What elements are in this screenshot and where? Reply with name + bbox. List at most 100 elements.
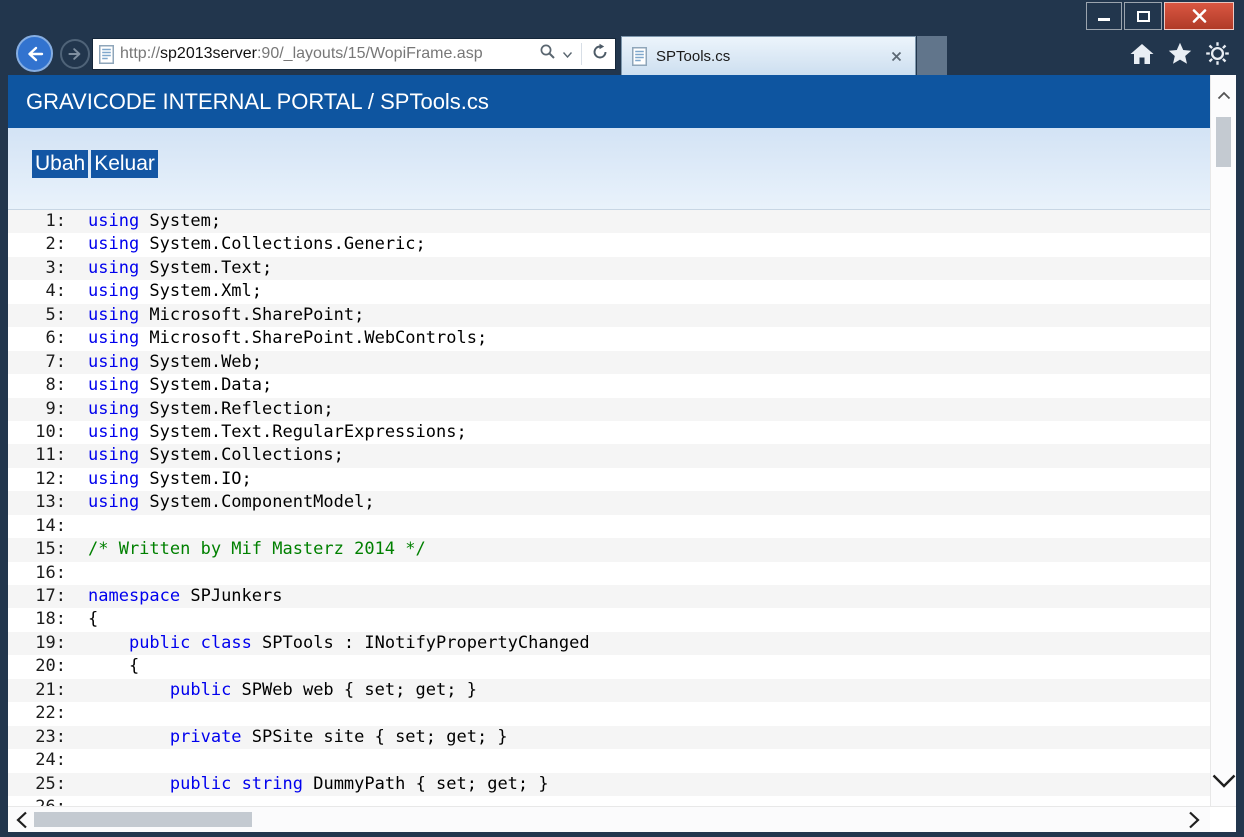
window-close-button[interactable] — [1164, 2, 1234, 30]
tab-sptools[interactable]: SPTools.cs — [621, 36, 916, 75]
line-number: 14: — [8, 515, 66, 538]
line-number: 15: — [8, 538, 66, 561]
line-code: /* Written by Mif Masterz 2014 */ — [66, 538, 426, 561]
code-line: 11:using System.Collections; — [8, 444, 1210, 467]
line-code: { — [66, 608, 98, 631]
search-icon[interactable] — [539, 43, 556, 65]
code-line: 9:using System.Reflection; — [8, 398, 1210, 421]
line-code: using System.Web; — [66, 351, 262, 374]
code-line: 25: public string DummyPath { set; get; … — [8, 773, 1210, 796]
browser-tools — [1129, 41, 1230, 66]
window-titlebar — [0, 0, 1244, 32]
code-line: 8:using System.Data; — [8, 374, 1210, 397]
tab-close-icon[interactable] — [888, 48, 905, 65]
line-number: 20: — [8, 655, 66, 678]
code-line: 10:using System.Text.RegularExpressions; — [8, 421, 1210, 444]
line-number: 16: — [8, 562, 66, 585]
back-button[interactable] — [16, 35, 53, 72]
line-code: using System.Collections.Generic; — [66, 233, 426, 256]
line-code: using Microsoft.SharePoint; — [66, 304, 364, 327]
vertical-scrollbar-thumb[interactable] — [1216, 117, 1231, 167]
code-line: 2:using System.Collections.Generic; — [8, 233, 1210, 256]
favorites-star-icon[interactable] — [1168, 42, 1192, 65]
line-code — [66, 749, 88, 772]
page-title: GRAVICODE INTERNAL PORTAL / SPTools.cs — [26, 89, 489, 114]
line-number: 23: — [8, 726, 66, 749]
line-number: 21: — [8, 679, 66, 702]
settings-gear-icon[interactable] — [1205, 41, 1230, 66]
link-keluar[interactable]: Keluar — [91, 150, 158, 178]
code-line: 4:using System.Xml; — [8, 280, 1210, 303]
horizontal-scrollbar[interactable] — [8, 806, 1236, 832]
window-minimize-button[interactable] — [1086, 2, 1122, 30]
line-code: using Microsoft.SharePoint.WebControls; — [66, 327, 487, 350]
address-dropdown-chevron-icon[interactable] — [563, 45, 572, 63]
scroll-right-icon[interactable] — [1188, 811, 1200, 829]
line-number: 25: — [8, 773, 66, 796]
code-line: 3:using System.Text; — [8, 257, 1210, 280]
line-code: private SPSite site { set; get; } — [66, 726, 508, 749]
line-number: 3: — [8, 257, 66, 280]
line-number: 11: — [8, 444, 66, 467]
forward-button[interactable] — [60, 39, 90, 69]
line-code: using System.Text; — [66, 257, 272, 280]
close-icon — [1192, 9, 1207, 23]
line-number: 24: — [8, 749, 66, 772]
tab-favicon-icon — [632, 47, 647, 66]
code-line: 26: — [8, 796, 1210, 806]
line-code: using System.Collections; — [66, 444, 344, 467]
scroll-down-icon[interactable] — [1212, 774, 1236, 788]
code-line: 18:{ — [8, 608, 1210, 631]
line-number: 8: — [8, 374, 66, 397]
code-line: 22: — [8, 702, 1210, 725]
url-scheme: http:// — [120, 45, 160, 62]
link-band: UbahKeluar — [8, 128, 1210, 210]
page-icon — [99, 45, 114, 64]
scroll-up-icon[interactable] — [1217, 91, 1231, 100]
line-number: 5: — [8, 304, 66, 327]
minimize-icon — [1098, 18, 1110, 21]
line-code: using System.Text.RegularExpressions; — [66, 421, 467, 444]
line-number: 10: — [8, 421, 66, 444]
page-main: GRAVICODE INTERNAL PORTAL / SPTools.cs U… — [8, 75, 1210, 806]
maximize-icon — [1137, 11, 1150, 22]
line-number: 9: — [8, 398, 66, 421]
url-host: sp2013server — [160, 45, 257, 62]
line-number: 19: — [8, 632, 66, 655]
line-number: 22: — [8, 702, 66, 725]
scroll-left-icon[interactable] — [16, 811, 28, 829]
address-bar[interactable]: http://sp2013server:90/_layouts/15/WopiF… — [92, 38, 616, 70]
line-code — [66, 702, 88, 725]
line-number: 17: — [8, 585, 66, 608]
code-line: 13:using System.ComponentModel; — [8, 491, 1210, 514]
line-number: 6: — [8, 327, 66, 350]
link-ubah[interactable]: Ubah — [32, 150, 88, 178]
line-code: public string DummyPath { set; get; } — [66, 773, 549, 796]
window-maximize-button[interactable] — [1124, 2, 1162, 30]
address-divider — [581, 43, 582, 65]
back-arrow-icon — [25, 44, 45, 64]
line-code: using System; — [66, 210, 221, 233]
code-line: 6:using Microsoft.SharePoint.WebControls… — [8, 327, 1210, 350]
new-tab-area[interactable] — [917, 36, 947, 75]
line-number: 4: — [8, 280, 66, 303]
code-line: 23: private SPSite site { set; get; } — [8, 726, 1210, 749]
line-code: using System.IO; — [66, 468, 252, 491]
url-text[interactable]: http://sp2013server:90/_layouts/15/WopiF… — [120, 45, 533, 63]
line-code: using System.ComponentModel; — [66, 491, 375, 514]
line-number: 2: — [8, 233, 66, 256]
code-line: 1:using System; — [8, 210, 1210, 233]
code-line: 16: — [8, 562, 1210, 585]
line-number: 1: — [8, 210, 66, 233]
refresh-icon[interactable] — [591, 43, 609, 66]
home-icon[interactable] — [1129, 42, 1155, 66]
vertical-scrollbar[interactable] — [1210, 75, 1236, 806]
line-number: 12: — [8, 468, 66, 491]
code-line: 17:namespace SPJunkers — [8, 585, 1210, 608]
line-number: 7: — [8, 351, 66, 374]
line-code: using System.Data; — [66, 374, 272, 397]
scrollbar-corner — [1210, 807, 1236, 832]
horizontal-scrollbar-thumb[interactable] — [34, 812, 252, 827]
url-path: :90/_layouts/15/WopiFrame.asp — [257, 45, 483, 62]
code-line: 24: — [8, 749, 1210, 772]
